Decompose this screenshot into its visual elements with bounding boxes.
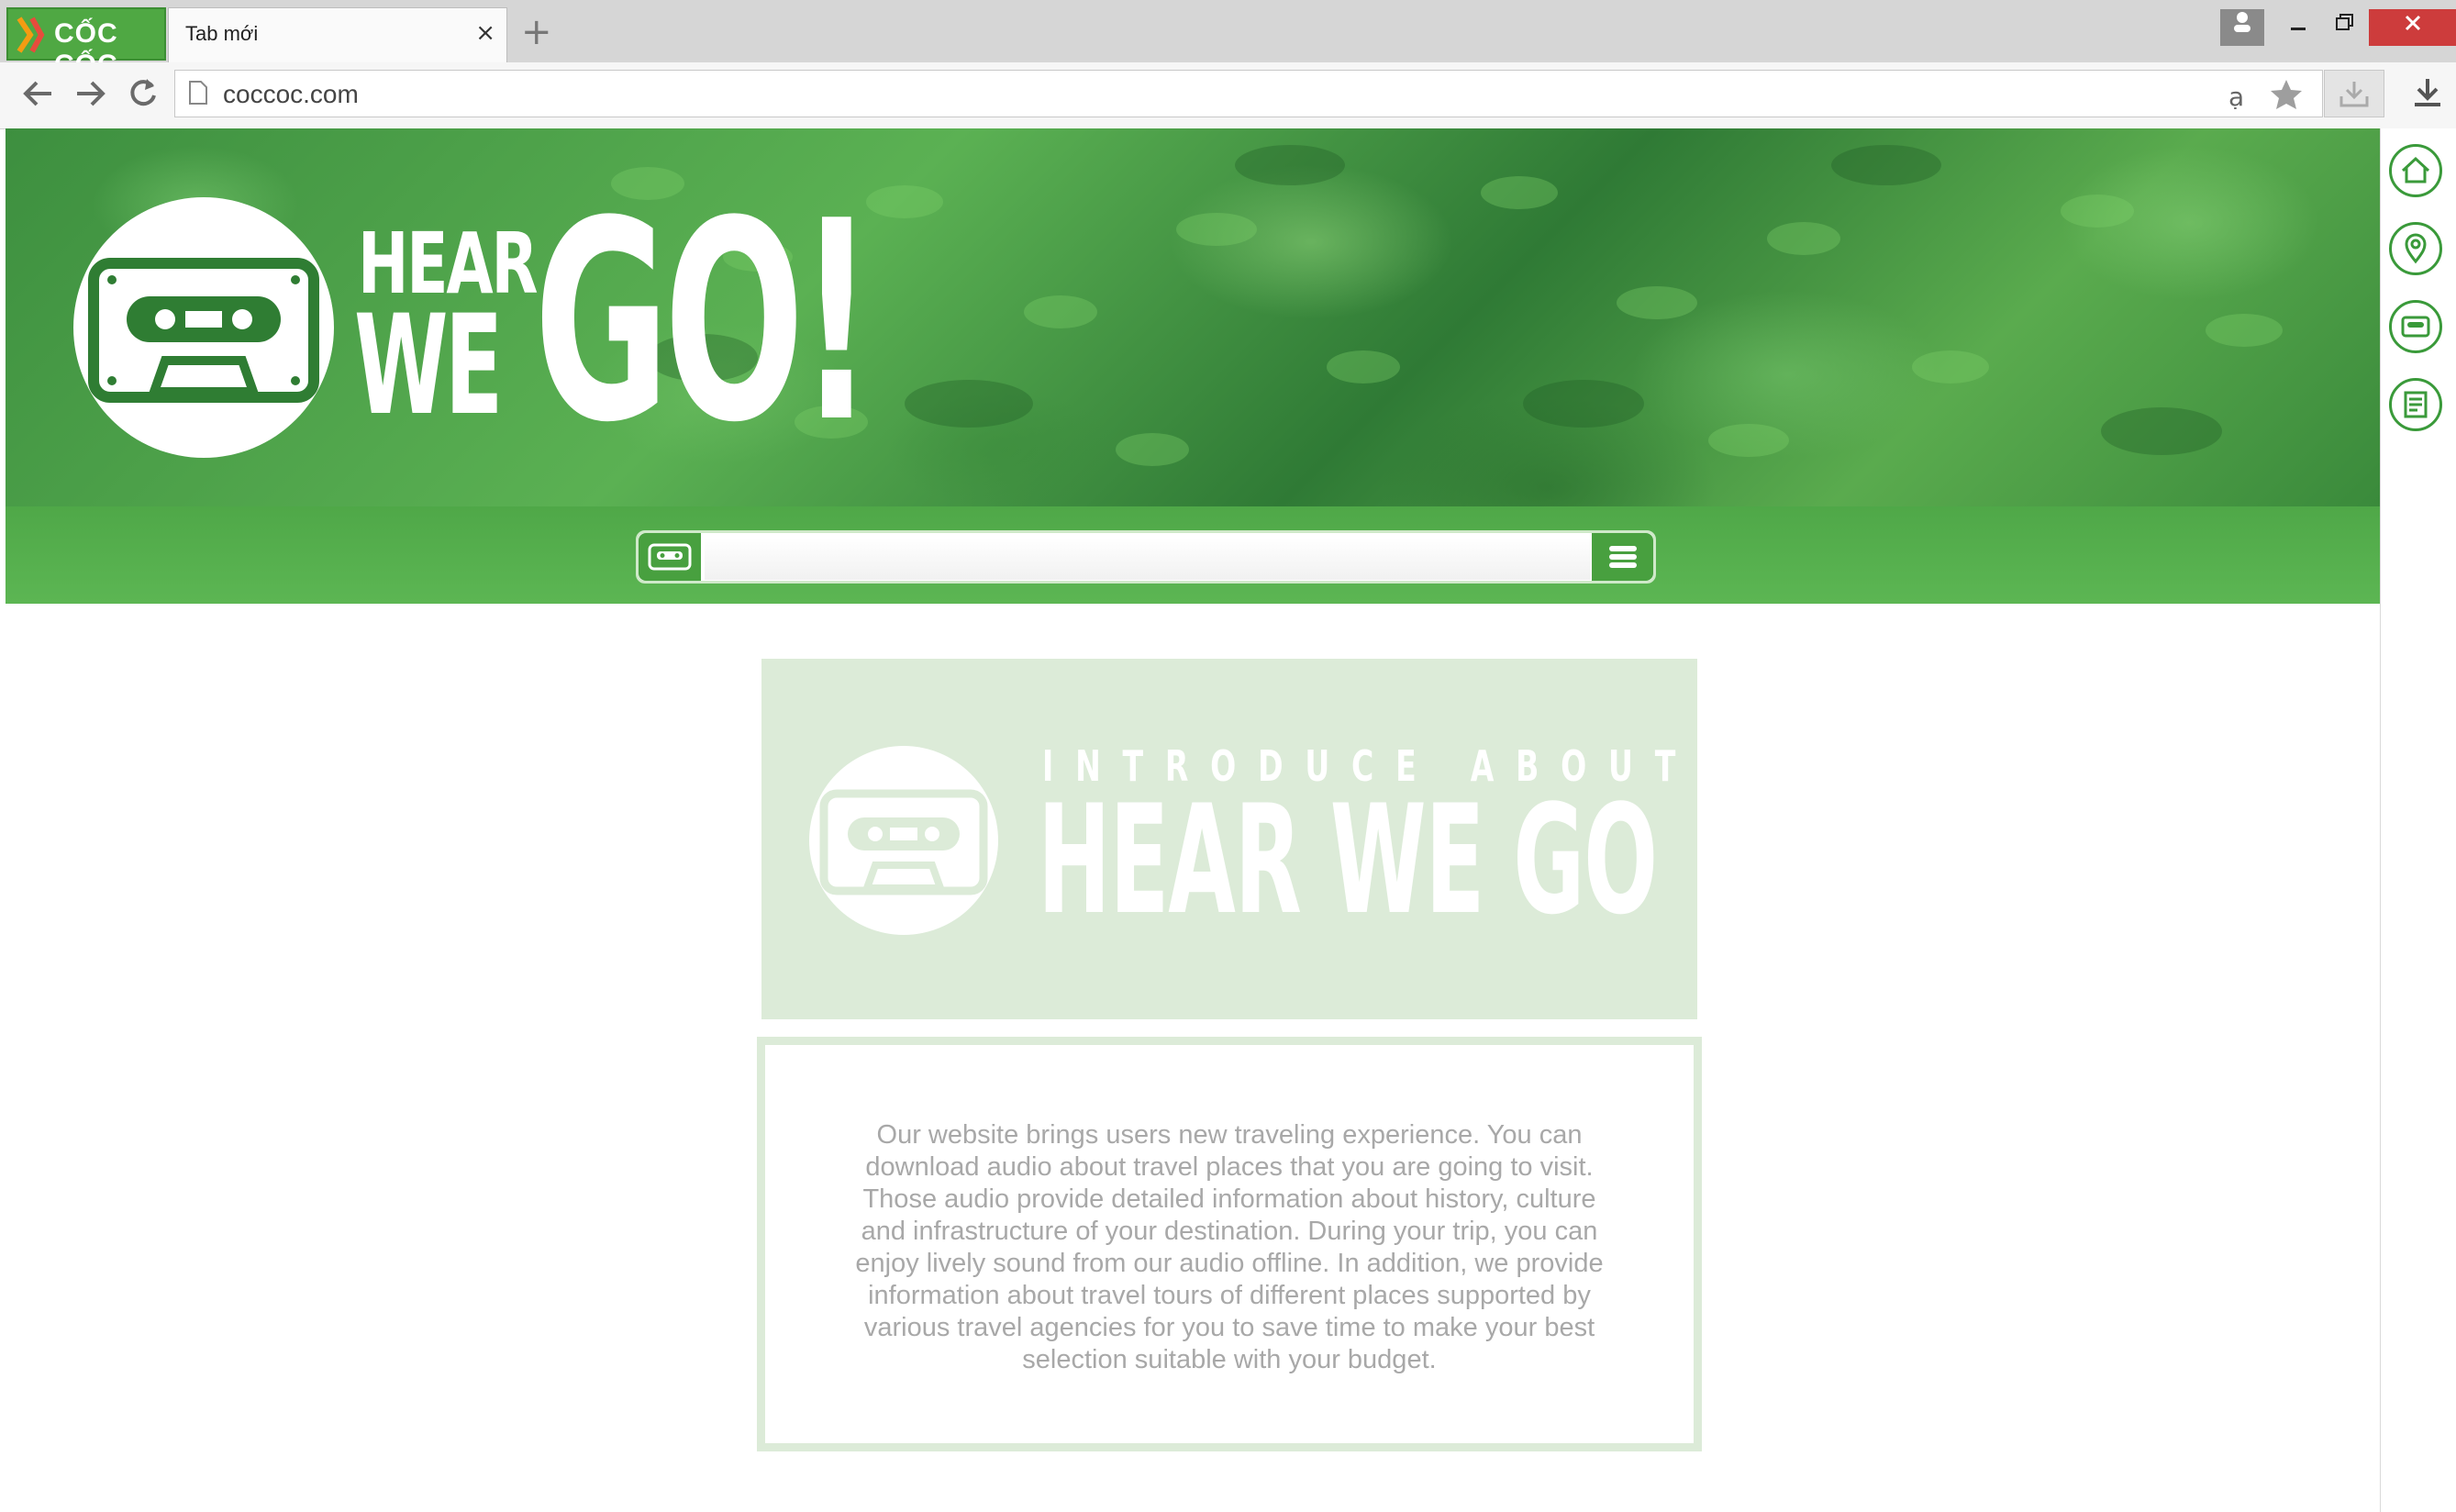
home-icon [2401,156,2430,183]
side-nav-audio[interactable] [2389,300,2442,353]
page-icon [189,81,207,105]
side-nav-home[interactable] [2389,144,2442,197]
cassette-icon [2401,316,2430,338]
restore-icon [2336,14,2353,30]
document-icon [2404,391,2428,418]
back-arrow-icon[interactable] [20,77,57,110]
download-icon[interactable] [2411,77,2444,110]
wordmark-we: WE [354,286,503,446]
profile-button[interactable] [2220,9,2264,46]
menu-icon [1609,546,1637,568]
address-bar[interactable]: coccoc.com ạ [174,70,2323,117]
cassette-icon [88,258,319,403]
cassette-icon [648,543,692,571]
wordmark-go: GO! [534,162,874,483]
user-icon [2234,12,2250,32]
search-input[interactable] [705,538,1591,580]
intro-title: HEAR WE GO [1038,773,1658,948]
tab-active[interactable]: Tab mới × [168,7,507,62]
restore-button[interactable] [2312,9,2376,46]
intro-logo-badge [809,746,998,935]
tab-close-icon[interactable]: × [475,19,495,47]
new-tab-button[interactable]: + [521,11,552,53]
menu-button[interactable] [1592,533,1653,581]
save-to-disk-button[interactable] [2324,70,2384,117]
svg-text:ạ: ạ [2228,82,2244,109]
reload-icon[interactable] [125,75,161,112]
coccoc-logo[interactable]: CỐC CỐC [6,7,166,80]
search-cassette-button[interactable] [639,533,701,581]
side-nav-news[interactable] [2389,378,2442,431]
close-icon [2405,15,2420,31]
forward-arrow-icon[interactable] [72,77,108,110]
hero-logo-badge[interactable] [73,197,334,458]
tray-download-icon [2339,82,2369,107]
translate-icon[interactable]: ạ [2227,80,2250,109]
tab-title: Tab mới [185,22,259,45]
minimize-icon [2291,28,2306,30]
coccoc-mascot-icon [17,17,45,53]
location-pin-icon [2405,233,2427,264]
star-icon[interactable] [2269,78,2304,111]
window-close-button[interactable] [2369,9,2456,46]
cassette-icon [819,789,988,895]
description-text: Our website brings users new traveling e… [855,1120,1604,1374]
side-nav-location[interactable] [2389,222,2442,275]
url-text: coccoc.com [223,80,359,108]
